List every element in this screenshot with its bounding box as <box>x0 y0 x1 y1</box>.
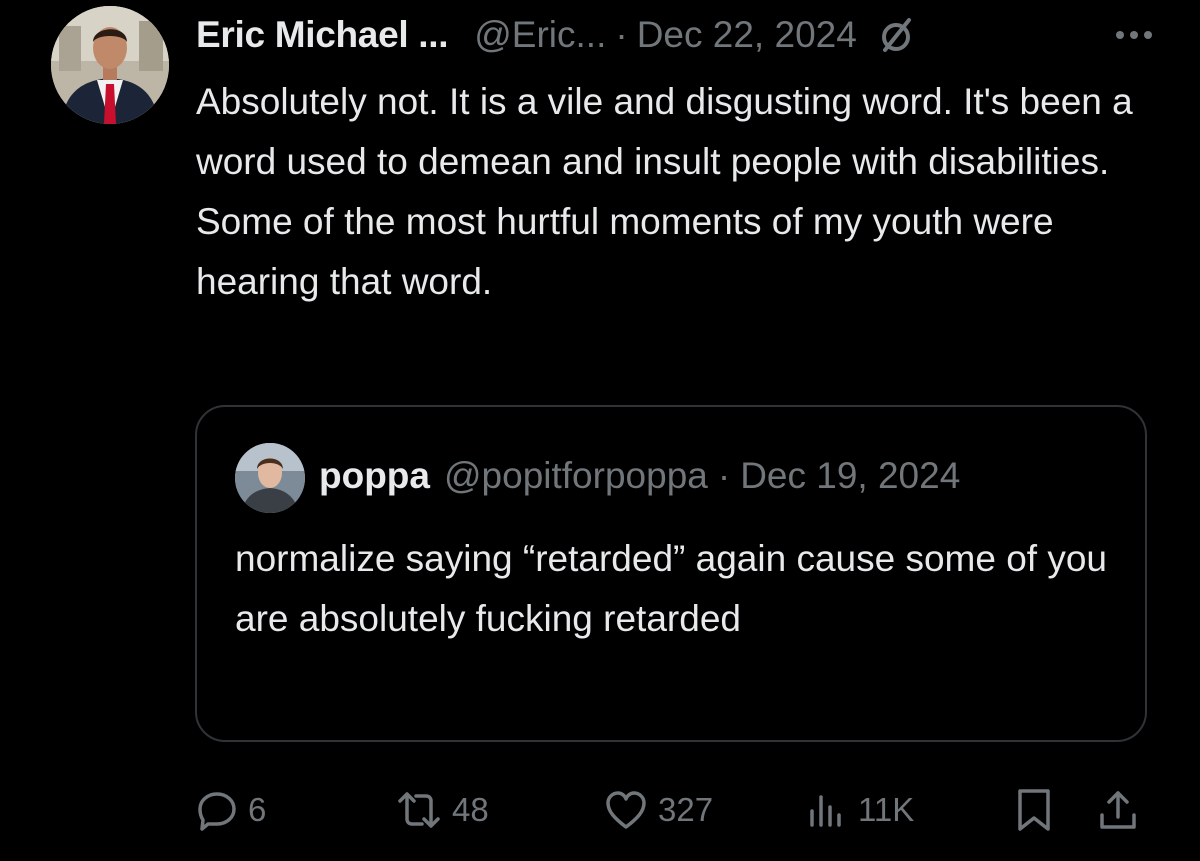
quote-header-separator: · <box>717 455 731 496</box>
views-icon <box>810 795 841 827</box>
quote-date[interactable]: Dec 19, 2024 <box>740 455 960 497</box>
tweet-header: Eric Michael ... @Eric... · Dec 22, 2024 <box>196 10 1156 60</box>
quote-header: poppa @popitforpoppa · Dec 19, 2024 <box>319 455 960 497</box>
quote-author-name[interactable]: poppa <box>319 455 430 497</box>
post-date[interactable]: Dec 22, 2024 <box>637 14 857 56</box>
share-icon <box>1100 791 1136 829</box>
author-avatar[interactable] <box>51 6 169 124</box>
reply-button[interactable]: 6 <box>196 782 266 838</box>
reply-count: 6 <box>248 791 267 828</box>
quote-author-avatar[interactable] <box>235 443 305 513</box>
author-handle[interactable]: @Eric... <box>474 14 606 56</box>
views-count: 11K <box>858 791 915 828</box>
reply-icon <box>198 792 236 831</box>
repost-icon <box>398 792 440 828</box>
author-avatar-image <box>51 6 169 124</box>
share-button[interactable] <box>1096 782 1140 838</box>
bookmark-button[interactable] <box>1014 782 1054 838</box>
quote-body: normalize saying “retarded” again cause … <box>235 538 1108 639</box>
quote-author-handle[interactable]: @popitforpoppa <box>444 455 708 497</box>
like-count: 327 <box>658 791 714 828</box>
header-separator: · <box>615 14 628 55</box>
author-name[interactable]: Eric Michael ... <box>196 14 449 56</box>
quote-tweet-card[interactable]: poppa @popitforpoppa · Dec 19, 2024 norm… <box>195 405 1147 742</box>
repost-button[interactable]: 48 <box>396 782 489 838</box>
tweet[interactable]: Eric Michael ... @Eric... · Dec 22, 2024… <box>0 0 1200 861</box>
post-body: Absolutely not. It is a vile and disgust… <box>196 81 1133 302</box>
bookmark-icon <box>1018 789 1050 831</box>
quote-avatar-image <box>235 443 305 513</box>
views-button[interactable]: 11K <box>806 782 914 838</box>
like-button[interactable]: 327 <box>604 782 713 838</box>
slashed-circle-icon[interactable] <box>875 14 917 56</box>
more-icon[interactable] <box>1112 18 1156 52</box>
action-bar: 6 48 327 11K <box>196 782 1146 838</box>
heart-icon <box>606 791 646 829</box>
repost-count: 48 <box>452 791 489 828</box>
